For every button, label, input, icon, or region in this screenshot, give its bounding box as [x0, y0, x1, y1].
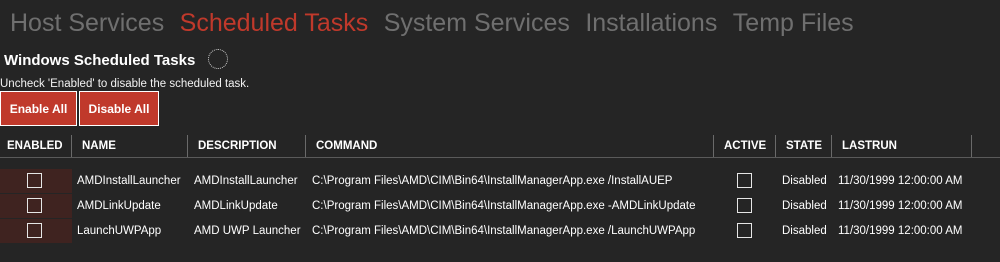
table-row[interactable]: AMDLinkUpdate AMDLinkUpdate C:\Program F…: [0, 194, 1000, 218]
state-cell: Disabled: [782, 200, 827, 212]
section-title: Windows Scheduled Tasks: [4, 52, 196, 69]
column-header-state[interactable]: STATE: [776, 135, 832, 157]
active-cell: [737, 219, 755, 243]
loading-spinner-icon: [208, 49, 228, 69]
tab-temp-files[interactable]: Temp Files: [733, 6, 854, 40]
lastrun-cell: 11/30/1999 12:00:00 AM: [838, 200, 963, 212]
tab-installations[interactable]: Installations: [585, 6, 717, 40]
description-cell: AMDInstallLauncher: [194, 175, 298, 187]
state-cell: Disabled: [782, 175, 827, 187]
active-checkbox[interactable]: [737, 223, 752, 238]
state-cell: Disabled: [782, 225, 827, 237]
disable-all-button[interactable]: Disable All: [79, 91, 159, 126]
lastrun-cell: 11/30/1999 12:00:00 AM: [838, 225, 963, 237]
active-cell: [737, 194, 755, 218]
enabled-cell: [0, 219, 72, 243]
enable-all-button[interactable]: Enable All: [0, 91, 77, 126]
column-header-lastrun[interactable]: LASTRUN: [832, 135, 972, 157]
enabled-checkbox[interactable]: [27, 173, 42, 188]
command-cell: C:\Program Files\AMD\CIM\Bin64\InstallMa…: [312, 200, 696, 212]
column-header-description[interactable]: DESCRIPTION: [188, 135, 306, 157]
name-cell: AMDLinkUpdate: [77, 200, 161, 212]
command-cell: C:\Program Files\AMD\CIM\Bin64\InstallMa…: [312, 175, 673, 187]
lastrun-cell: 11/30/1999 12:00:00 AM: [838, 175, 963, 187]
table-header: ENABLED NAME DESCRIPTION COMMAND ACTIVE …: [0, 135, 1000, 158]
command-cell: C:\Program Files\AMD\CIM\Bin64\InstallMa…: [312, 225, 696, 237]
active-cell: [737, 169, 755, 193]
active-checkbox[interactable]: [737, 198, 752, 213]
tab-scheduled-tasks[interactable]: Scheduled Tasks: [180, 6, 369, 40]
name-cell: AMDInstallLauncher: [77, 175, 181, 187]
table-row[interactable]: AMDInstallLauncher AMDInstallLauncher C:…: [0, 169, 1000, 193]
enabled-checkbox[interactable]: [27, 223, 42, 238]
tab-bar: Host Services Scheduled Tasks System Ser…: [10, 6, 865, 40]
active-checkbox[interactable]: [737, 173, 752, 188]
enabled-checkbox[interactable]: [27, 198, 42, 213]
table-row[interactable]: LaunchUWPApp AMD UWP Launcher C:\Program…: [0, 219, 1000, 243]
enabled-cell: [0, 169, 72, 193]
column-header-name[interactable]: NAME: [72, 135, 188, 157]
column-header-active[interactable]: ACTIVE: [714, 135, 776, 157]
column-header-enabled[interactable]: ENABLED: [0, 135, 72, 157]
column-header-command[interactable]: COMMAND: [306, 135, 714, 157]
hint-text: Uncheck 'Enabled' to disable the schedul…: [0, 78, 250, 90]
tab-system-services[interactable]: System Services: [384, 6, 570, 40]
tab-host-services[interactable]: Host Services: [10, 6, 164, 40]
enabled-cell: [0, 194, 72, 218]
name-cell: LaunchUWPApp: [77, 225, 162, 237]
description-cell: AMDLinkUpdate: [194, 200, 278, 212]
description-cell: AMD UWP Launcher: [194, 225, 301, 237]
